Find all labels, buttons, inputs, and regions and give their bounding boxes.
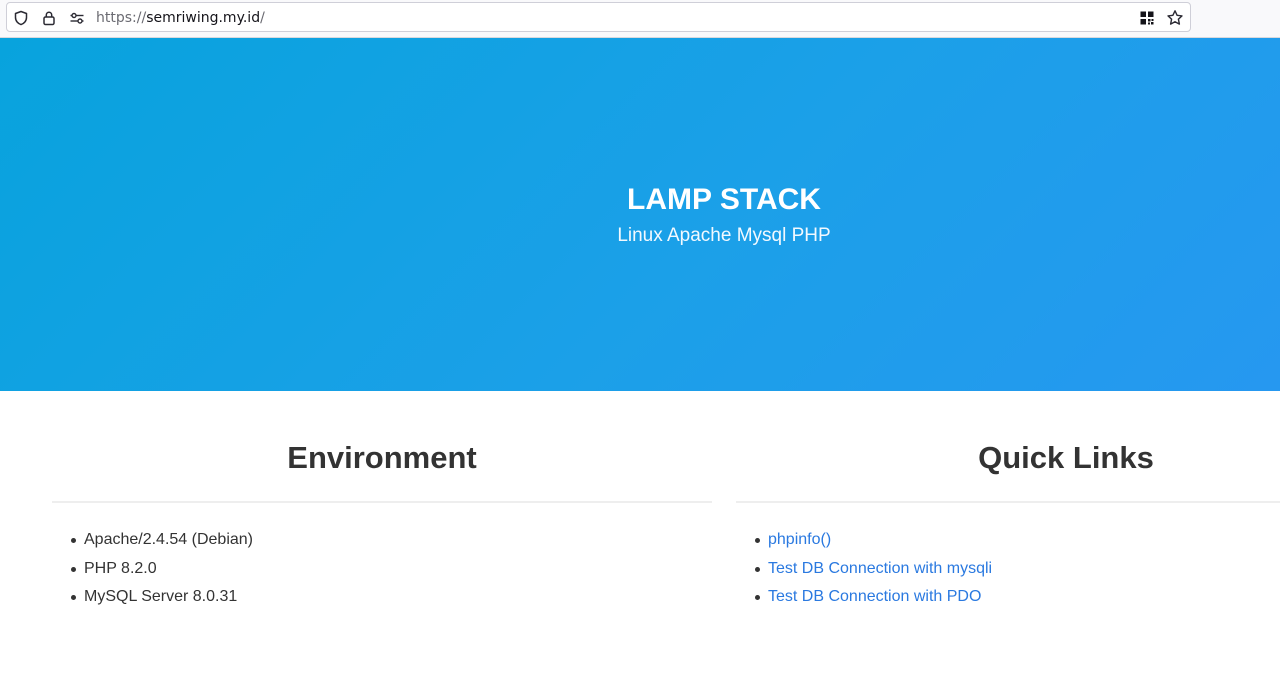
- pdo-test-link[interactable]: Test DB Connection with PDO: [768, 588, 981, 605]
- browser-toolbar: https://semriwing.my.id/: [0, 0, 1280, 38]
- address-bar[interactable]: https://semriwing.my.id/: [6, 2, 1191, 32]
- environment-section: Environment Apache/2.4.54 (Debian) PHP 8…: [52, 391, 712, 616]
- shield-icon[interactable]: [12, 9, 30, 27]
- url-host: semriwing.my.id: [146, 10, 261, 26]
- url-path: /: [260, 10, 265, 26]
- hero-title: LAMP STACK: [627, 183, 821, 216]
- url-text[interactable]: https://semriwing.my.id/: [96, 9, 265, 27]
- hero-banner: LAMP STACK Linux Apache Mysql PHP: [0, 38, 1280, 391]
- list-item: PHP 8.2.0: [68, 559, 712, 579]
- bookmark-star-icon[interactable]: [1166, 9, 1184, 27]
- quick-links-divider: [736, 501, 1280, 503]
- mysqli-test-link[interactable]: Test DB Connection with mysqli: [768, 560, 992, 577]
- quick-links-section: Quick Links phpinfo() Test DB Connection…: [736, 391, 1280, 616]
- list-item: MySQL Server 8.0.31: [68, 587, 712, 607]
- hero-subtitle: Linux Apache Mysql PHP: [617, 225, 831, 246]
- list-item: phpinfo(): [752, 530, 1280, 550]
- list-item: Test DB Connection with mysqli: [752, 559, 1280, 579]
- environment-heading: Environment: [287, 440, 477, 475]
- qr-code-icon[interactable]: [1138, 9, 1156, 27]
- quick-links-heading: Quick Links: [978, 440, 1154, 475]
- connection-settings-icon[interactable]: [68, 9, 86, 27]
- phpinfo-link[interactable]: phpinfo(): [768, 531, 831, 548]
- quick-links-list: phpinfo() Test DB Connection with mysqli…: [736, 530, 1280, 607]
- environment-list: Apache/2.4.54 (Debian) PHP 8.2.0 MySQL S…: [52, 530, 712, 607]
- list-item: Test DB Connection with PDO: [752, 587, 1280, 607]
- list-item: Apache/2.4.54 (Debian): [68, 530, 712, 550]
- url-protocol: https://: [96, 10, 147, 26]
- environment-divider: [52, 501, 712, 503]
- lock-icon[interactable]: [40, 9, 58, 27]
